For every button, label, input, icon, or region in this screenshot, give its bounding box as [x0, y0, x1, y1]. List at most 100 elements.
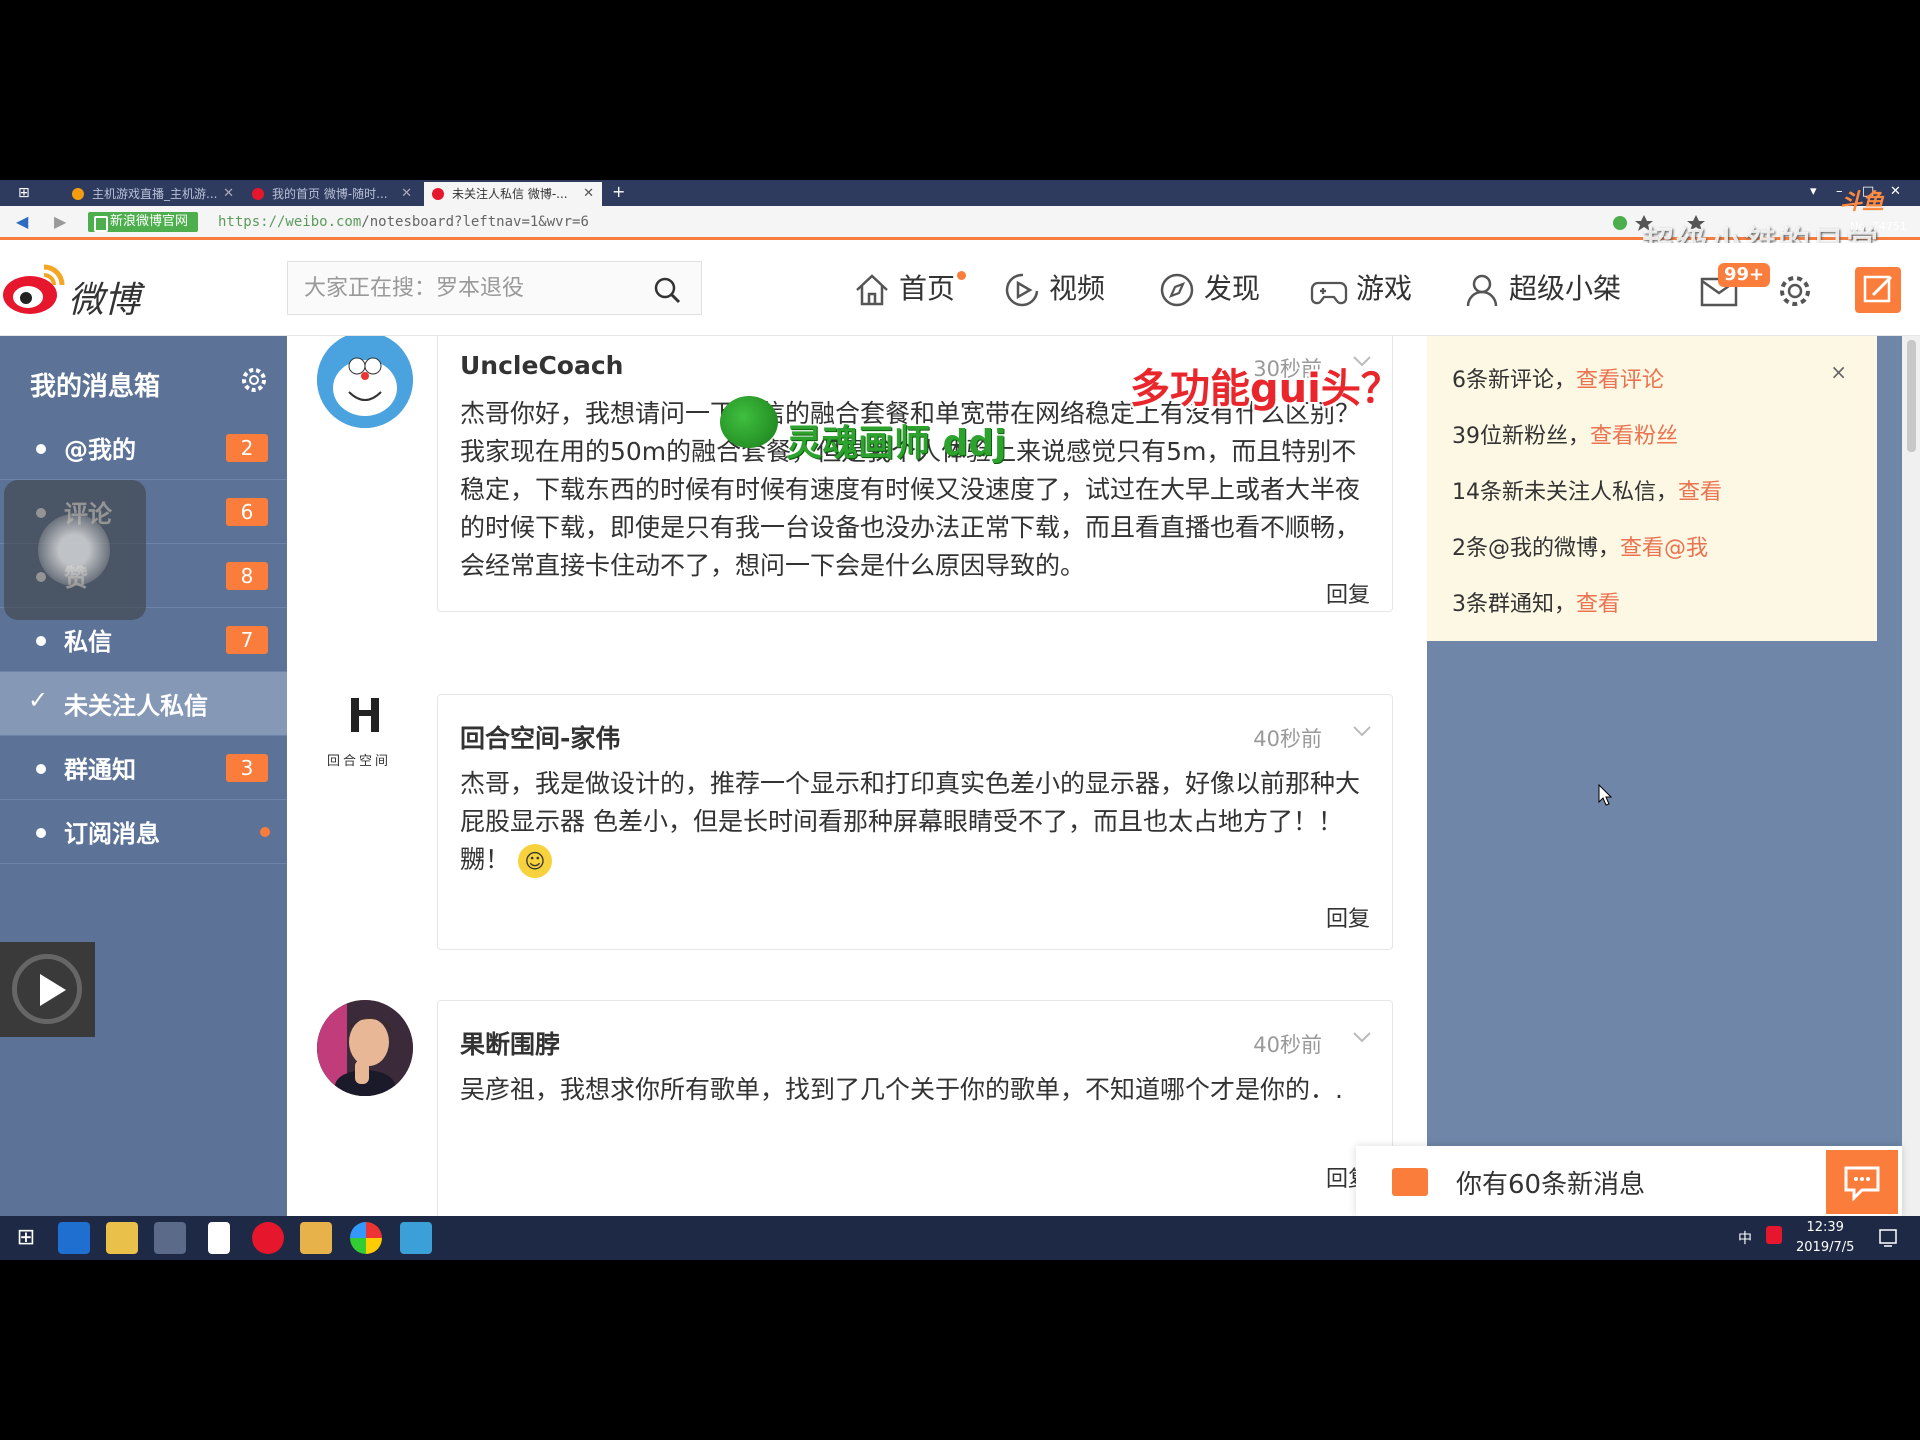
notice-row: 6条新评论，查看评论 — [1452, 362, 1664, 394]
tab-label: 未关注人私信 微博-... — [452, 187, 568, 201]
message-time: 40秒前 — [1253, 727, 1322, 751]
windows-start-icon[interactable]: ⊞ — [10, 1222, 42, 1254]
message-time: 40秒前 — [1253, 1033, 1322, 1057]
chevron-down-icon[interactable] — [1352, 725, 1372, 739]
app-window-icon[interactable] — [400, 1222, 432, 1254]
count-badge: 8 — [226, 562, 268, 590]
nav-discover[interactable]: 发现 — [1158, 269, 1260, 309]
qq-icon[interactable] — [300, 1222, 332, 1254]
settings-gear-icon[interactable] — [1777, 273, 1813, 309]
view-at-me-link[interactable]: 查看@我 — [1620, 536, 1708, 561]
weibo-favicon-icon — [252, 188, 264, 200]
sogou-ime-icon[interactable] — [1766, 1226, 1782, 1244]
notice-text: 3条群通知， — [1452, 592, 1576, 617]
notification-center-icon[interactable] — [1878, 1228, 1898, 1248]
notice-text: 6条新评论， — [1452, 368, 1576, 393]
chat-button[interactable] — [1826, 1150, 1898, 1214]
reply-link[interactable]: 回复 — [1326, 577, 1370, 609]
checkmark-icon: ✓ — [28, 686, 49, 714]
sender-name[interactable]: 回合空间-家伟 — [460, 719, 620, 755]
ie-browser-icon[interactable] — [58, 1222, 90, 1254]
forward-arrow-icon[interactable]: ▶ — [54, 212, 66, 231]
new-dot — [957, 271, 966, 280]
sender-name[interactable]: 果断围脖 — [460, 1025, 560, 1061]
browser-tab[interactable]: 主机游戏直播_主机游... ✕ — [64, 182, 242, 206]
close-icon[interactable]: × — [1830, 360, 1847, 384]
file-explorer-icon[interactable] — [106, 1222, 138, 1254]
chevron-down-icon[interactable] — [1352, 1031, 1372, 1045]
firefox-icon[interactable] — [154, 1222, 186, 1254]
sidebar-item-label: @我的 — [64, 436, 136, 464]
nav-label: 发现 — [1204, 272, 1261, 305]
search-icon[interactable] — [653, 276, 681, 304]
nav-games[interactable]: 游戏 — [1310, 269, 1412, 309]
search-box — [287, 261, 702, 315]
nav-profile[interactable]: 超级小桀 — [1463, 269, 1621, 309]
search-input[interactable] — [304, 274, 634, 302]
view-fans-link[interactable]: 查看粉丝 — [1590, 424, 1678, 449]
browser-tab-active[interactable]: 未关注人私信 微博-... ✕ — [424, 182, 602, 206]
weibo-logo[interactable]: 微博 — [0, 263, 160, 321]
notice-row: 2条@我的微博，查看@我 — [1452, 530, 1708, 562]
sidebar-item-subscriptions[interactable]: 订阅消息 — [0, 800, 287, 864]
bullet-dot — [36, 444, 46, 454]
video-icon — [1005, 273, 1039, 307]
notice-row: 14条新未关注人私信，查看 — [1452, 474, 1722, 506]
nav-label: 游戏 — [1356, 272, 1413, 305]
message-card: 果断围脖 40秒前 吴彦祖，我想求你所有歌单，找到了几个关于你的歌单，不知道哪个… — [437, 1000, 1393, 1216]
sidebar-title: 我的消息箱 — [30, 372, 161, 402]
tab-label: 我的首页 微博-随时... — [272, 187, 388, 201]
sidebar-item-group-notices[interactable]: 群通知 3 — [0, 736, 287, 800]
brand-logo-text: 回合空间 — [327, 754, 392, 769]
document-icon[interactable] — [208, 1222, 230, 1254]
tab-label: 主机游戏直播_主机游... — [92, 187, 218, 201]
url-host: https://weibo.com — [218, 214, 362, 230]
weibo-header: 微博 首页 视频 发现 游戏 超级小桀 99+ — [0, 243, 1920, 336]
reply-link[interactable]: 回复 — [1326, 901, 1370, 933]
room-number: No. 74751 — [1850, 220, 1907, 233]
avatar[interactable] — [317, 1000, 413, 1096]
chrome-icon[interactable] — [350, 1222, 382, 1254]
count-badge: 7 — [226, 626, 268, 654]
weibo-eye-icon — [3, 264, 65, 314]
count-badge: 3 — [226, 754, 268, 782]
avatar[interactable] — [317, 336, 413, 428]
nav-home[interactable]: 首页 — [853, 269, 966, 309]
avatar[interactable]: 回合空间 — [317, 694, 413, 790]
browser-tab[interactable]: 我的首页 微博-随时... ✕ — [244, 182, 420, 206]
new-message-toast[interactable]: 你有60条新消息 — [1356, 1146, 1902, 1216]
system-clock[interactable]: 12:39 2019/7/5 — [1796, 1218, 1854, 1258]
page-scrollbar[interactable] — [1902, 336, 1920, 1216]
netease-music-icon[interactable] — [252, 1222, 284, 1254]
sidebar-item-private-messages[interactable]: 私信 7 — [0, 608, 287, 672]
count-badge: 2 — [226, 434, 268, 462]
sidebar-item-at-me[interactable]: @我的 2 — [0, 416, 287, 480]
site-verified-badge[interactable]: 新浪微博官网 — [88, 212, 199, 232]
shirt-icon[interactable]: ▾ — [1810, 184, 1817, 199]
ime-indicator[interactable]: 中 — [1738, 1228, 1752, 1248]
stream-play-button[interactable] — [0, 942, 95, 1037]
view-stranger-messages-link[interactable]: 查看 — [1678, 480, 1722, 505]
bullet-dot — [36, 764, 46, 774]
mail-count-badge: 99+ — [1718, 263, 1771, 287]
back-arrow-icon[interactable]: ◀ — [16, 212, 28, 231]
close-icon[interactable]: ✕ — [223, 182, 234, 206]
stream-cursor-overlay — [4, 480, 146, 620]
brand-logo-icon — [351, 698, 379, 732]
sender-name[interactable]: UncleCoach — [460, 351, 623, 380]
url-field[interactable]: https://weibo.com/notesboard?leftnav=1&w… — [218, 214, 589, 230]
windows-grid-icon[interactable]: ⊞ — [18, 186, 32, 200]
message-card: 回合空间-家伟 40秒前 杰哥，我是做设计的，推荐一个显示和打印真实色差小的显示… — [437, 694, 1393, 950]
window-close-icon[interactable]: ✕ — [1890, 184, 1901, 199]
sidebar-item-stranger-messages[interactable]: ✓ 未关注人私信 — [0, 672, 287, 736]
sidebar-settings-gear-icon[interactable] — [240, 366, 268, 394]
view-comments-link[interactable]: 查看评论 — [1576, 368, 1664, 393]
list-item: 果断围脖 40秒前 吴彦祖，我想求你所有歌单，找到了几个关于你的歌单，不知道哪个… — [287, 1000, 1427, 1216]
new-tab-plus-icon[interactable]: + — [612, 182, 625, 201]
close-icon[interactable]: ✕ — [401, 182, 412, 206]
view-group-notices-link[interactable]: 查看 — [1576, 592, 1620, 617]
nav-video[interactable]: 视频 — [1003, 269, 1105, 309]
compose-button[interactable] — [1855, 267, 1901, 313]
close-icon[interactable]: ✕ — [583, 182, 594, 206]
scrollbar-thumb[interactable] — [1907, 340, 1916, 452]
